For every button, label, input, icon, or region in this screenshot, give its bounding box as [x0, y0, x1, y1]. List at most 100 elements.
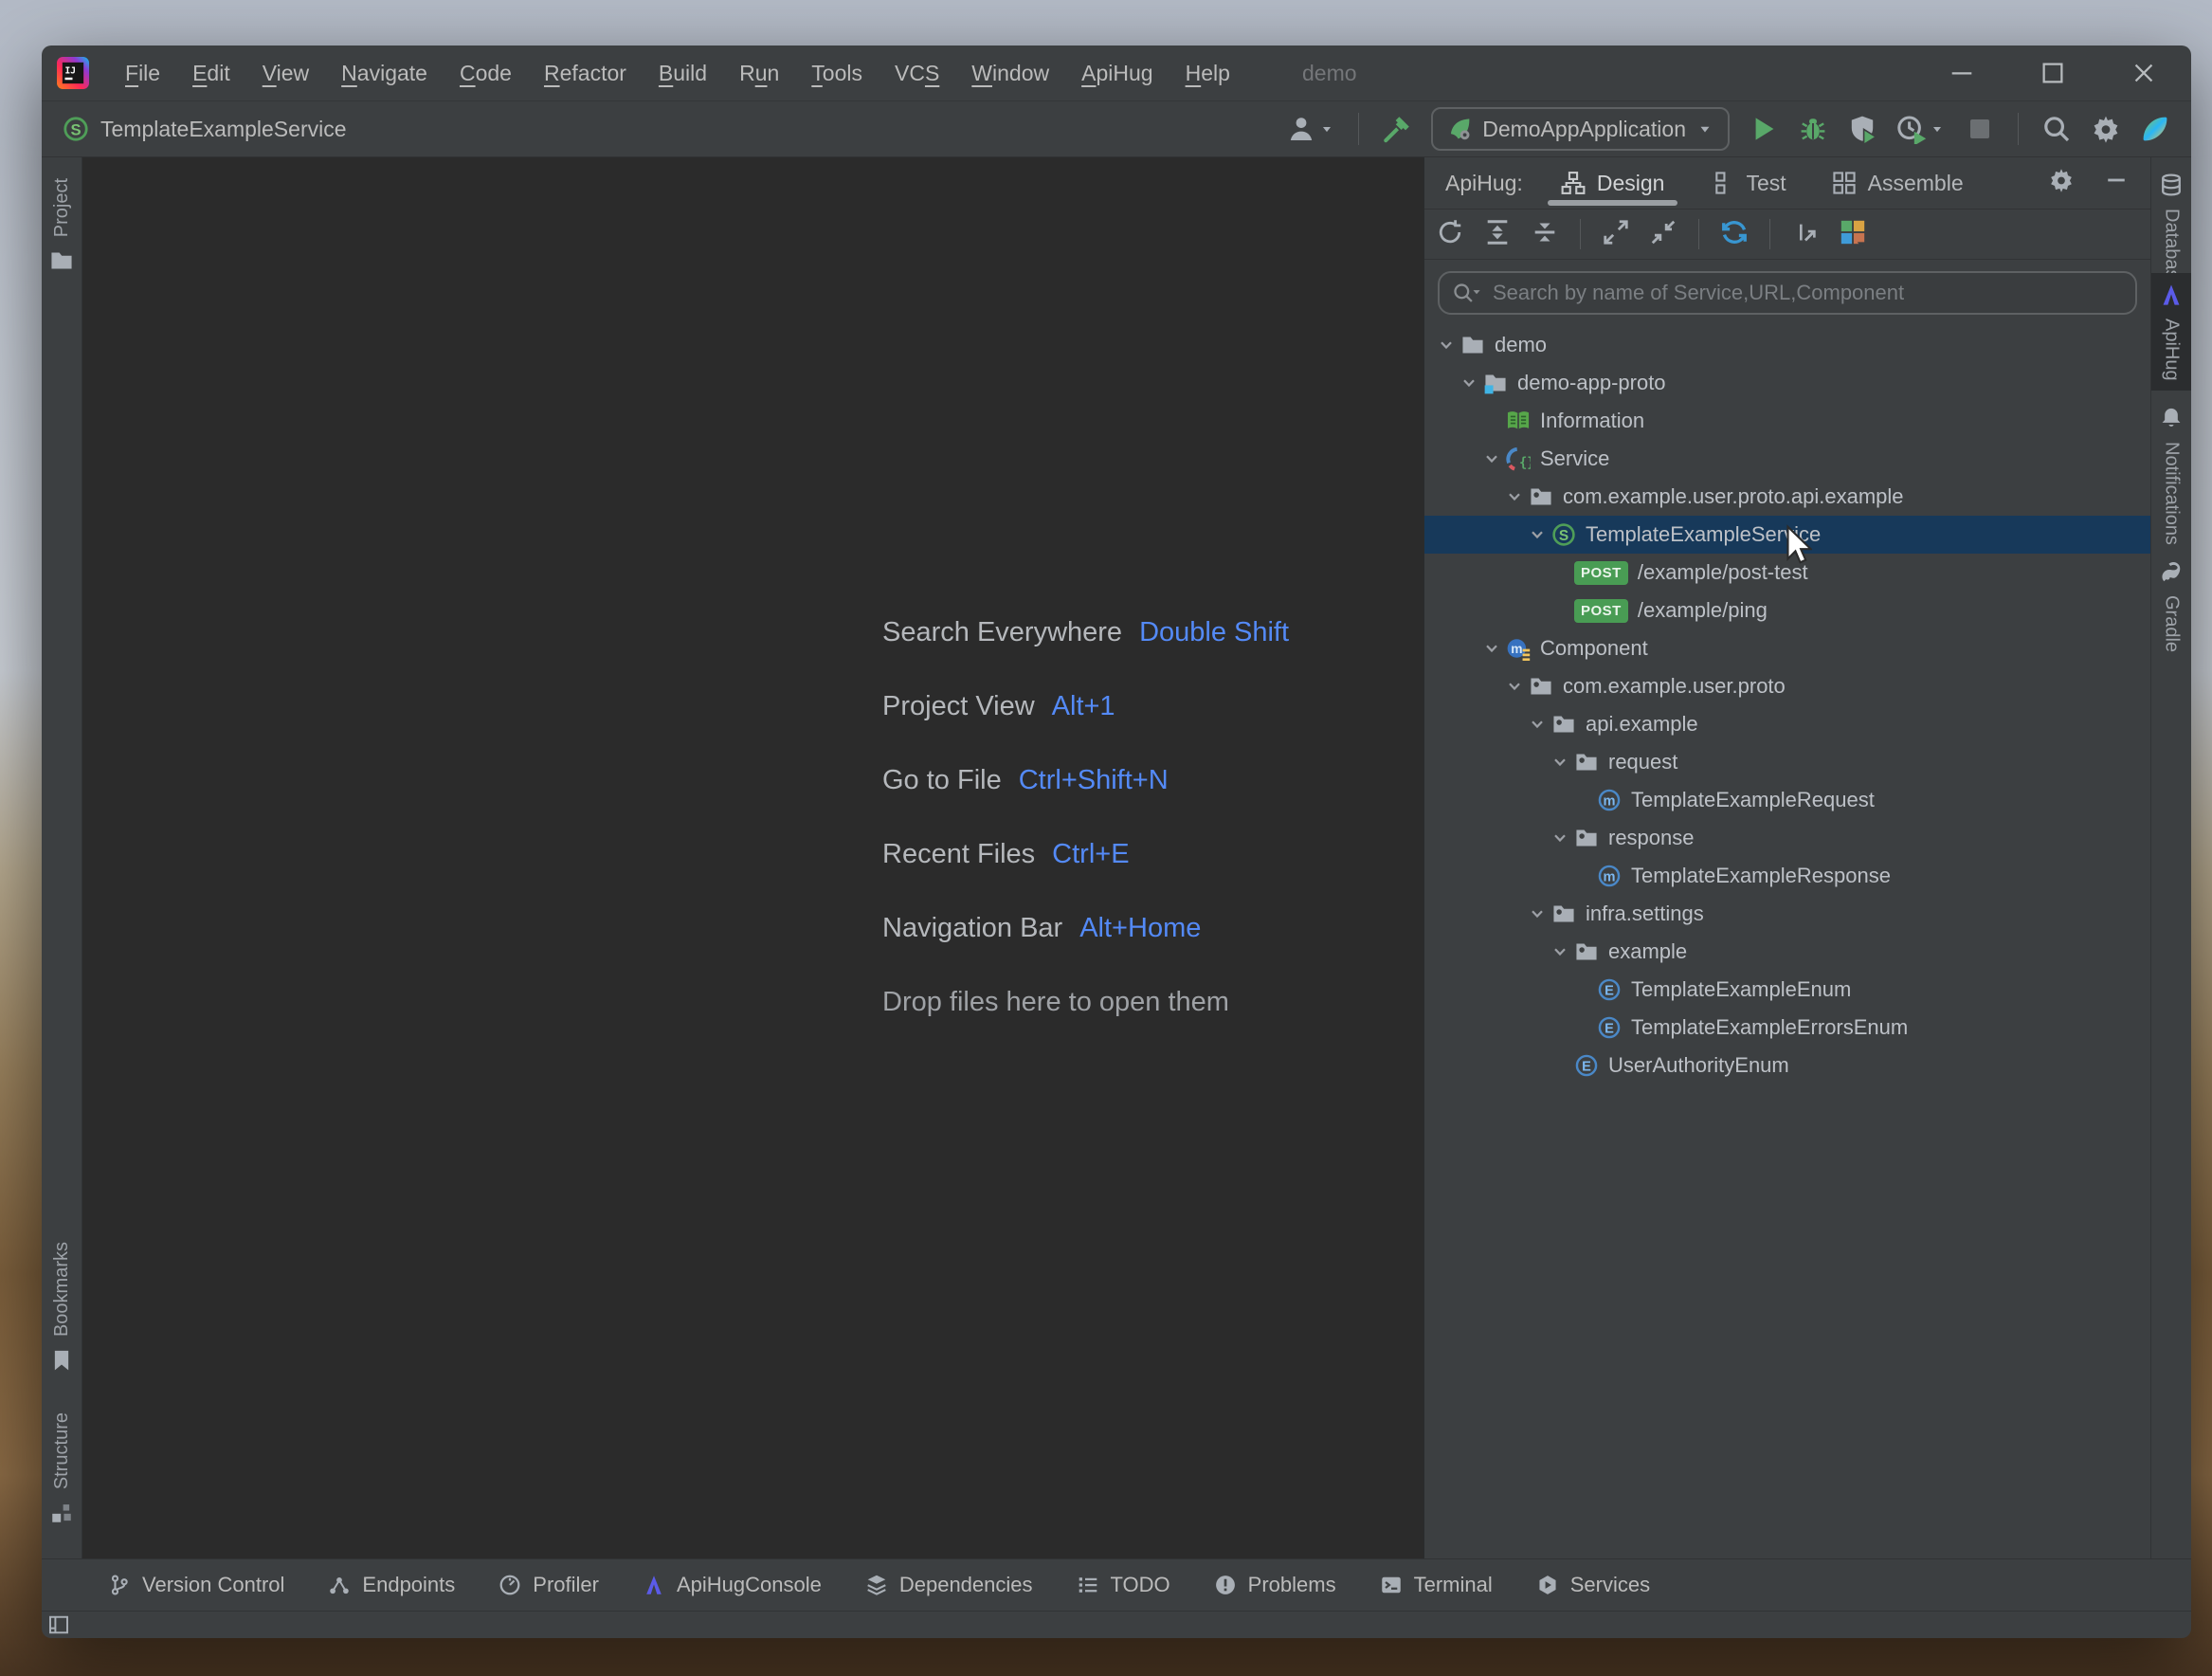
tree-row[interactable]: m Component	[1424, 629, 2150, 667]
chevron-down-icon[interactable]	[1457, 373, 1481, 392]
window-maximize-button[interactable]	[2034, 54, 2072, 92]
run-configuration-select[interactable]: DemoAppApplication	[1431, 107, 1730, 151]
chevron-icon	[1505, 677, 1524, 696]
run-with-coverage-button[interactable]	[1847, 114, 1877, 144]
panel-search	[1438, 271, 2137, 315]
tab-assemble[interactable]: Assemble	[1832, 157, 1964, 209]
settings-button[interactable]	[2091, 114, 2121, 144]
chevron-down-icon[interactable]	[1502, 677, 1527, 696]
stripe-tab-label: Structure	[50, 1412, 72, 1490]
menu-refactor[interactable]: Refactor	[544, 61, 626, 86]
tree-row[interactable]: m TemplateExampleResponse	[1424, 857, 2150, 895]
shortcut-action: Go to File	[882, 764, 1002, 795]
menu-tools[interactable]: Tools	[811, 61, 862, 86]
tree-row[interactable]: response	[1424, 819, 2150, 857]
menu-run[interactable]: Run	[739, 61, 779, 86]
chevron-down-icon[interactable]	[1548, 753, 1572, 772]
toolwindow-services[interactable]: Services	[1536, 1573, 1650, 1597]
menu-vcs[interactable]: VCS	[895, 61, 939, 86]
run-button[interactable]	[1749, 114, 1779, 144]
toolwindow-version-control[interactable]: Version Control	[108, 1573, 284, 1597]
tab-design[interactable]: Design	[1547, 157, 1678, 209]
menu-window[interactable]: Window	[971, 61, 1049, 86]
refresh-button[interactable]	[1436, 218, 1464, 251]
menu-navigate[interactable]: Navigate	[341, 61, 427, 86]
window-close-button[interactable]	[2125, 54, 2163, 92]
menu-file[interactable]: File	[125, 61, 160, 86]
toolwindow-todo[interactable]: TODO	[1077, 1573, 1170, 1597]
stripe-tab-gradle[interactable]: Gradle	[2151, 550, 2191, 662]
expand-all-button[interactable]	[1483, 218, 1512, 251]
chevron-down-icon[interactable]	[1434, 336, 1459, 355]
user-profile-button[interactable]	[1286, 114, 1335, 144]
build-project-button[interactable]	[1382, 114, 1412, 144]
panel-hide-button[interactable]	[2103, 167, 2130, 199]
ai-assistant-button[interactable]	[2140, 114, 2170, 144]
panel-actions	[2048, 167, 2130, 199]
tab-test[interactable]: Test	[1710, 157, 1786, 209]
tab-label: Test	[1746, 170, 1786, 195]
maximize-diag-button[interactable]	[1602, 218, 1630, 251]
tree-row[interactable]: com.example.user.proto.api.example	[1424, 478, 2150, 516]
breadcrumb[interactable]: S TemplateExampleService	[63, 116, 347, 142]
tree-row[interactable]: Information	[1424, 402, 2150, 440]
stop-button[interactable]	[1965, 114, 1995, 144]
chevron-down-icon[interactable]	[1525, 904, 1550, 923]
e-circle-icon: E	[1574, 1053, 1599, 1078]
svg-text:m: m	[1604, 793, 1616, 809]
panel-settings-button[interactable]	[2048, 167, 2075, 199]
chevron-down-icon[interactable]	[1525, 715, 1550, 734]
chevron-down-icon[interactable]	[1479, 639, 1504, 658]
toolwindow-apihugconsole[interactable]: ApiHugConsole	[643, 1573, 822, 1597]
tree-row[interactable]: demo-app-proto	[1424, 364, 2150, 402]
toolwindow-problems[interactable]: Problems	[1214, 1573, 1336, 1597]
tree-row[interactable]: E TemplateExampleEnum	[1424, 971, 2150, 1009]
tree-row[interactable]: demo	[1424, 326, 2150, 364]
tree-row[interactable]: POST/example/ping	[1424, 592, 2150, 629]
menu-build[interactable]: Build	[659, 61, 707, 86]
search-everywhere-button[interactable]	[2041, 114, 2072, 144]
stripe-tab-apihug[interactable]: ApiHug	[2151, 273, 2191, 391]
toolwindow-endpoints[interactable]: Endpoints	[328, 1573, 455, 1597]
chevron-down-icon[interactable]	[1548, 829, 1572, 847]
collapse-all-button[interactable]	[1531, 218, 1559, 251]
tree-row[interactable]: com.example.user.proto	[1424, 667, 2150, 705]
stripe-tab-bookmarks[interactable]: Bookmarks	[42, 1232, 82, 1382]
open-external-button[interactable]	[1791, 218, 1820, 251]
stripe-tab-structure[interactable]: Structure	[42, 1403, 82, 1535]
profiler-button[interactable]	[1896, 114, 1946, 144]
tree-row[interactable]: E TemplateExampleErrorsEnum	[1424, 1009, 2150, 1047]
tree-row[interactable]: infra.settings	[1424, 895, 2150, 933]
toolwindow-dependencies[interactable]: Dependencies	[865, 1573, 1033, 1597]
chevron-down-icon[interactable]	[1548, 942, 1572, 961]
sync-button[interactable]	[1720, 218, 1749, 251]
stripe-tab-project[interactable]: Project	[42, 169, 82, 282]
layout-icon[interactable]	[47, 1613, 70, 1636]
menu-code[interactable]: Code	[460, 61, 512, 86]
menu-help[interactable]: Help	[1186, 61, 1230, 86]
tree-row[interactable]: {} Service	[1424, 440, 2150, 478]
chevron-down-icon[interactable]	[1479, 449, 1504, 468]
chevron-down-icon[interactable]	[1502, 487, 1527, 506]
color-grid-button[interactable]	[1839, 218, 1867, 251]
expand-all-icon	[1483, 218, 1512, 246]
panel-search-input[interactable]	[1491, 280, 2124, 306]
branch-icon	[108, 1574, 131, 1596]
toolwindow-profiler[interactable]: Profiler	[499, 1573, 599, 1597]
tree-row[interactable]: m TemplateExampleRequest	[1424, 781, 2150, 819]
window-minimize-button[interactable]	[1943, 54, 1981, 92]
structure-icon	[49, 1501, 74, 1525]
menu-view[interactable]: View	[263, 61, 309, 86]
stripe-tab-notifications[interactable]: Notifications	[2151, 396, 2191, 555]
tree-row[interactable]: E UserAuthorityEnum	[1424, 1047, 2150, 1084]
tree-row[interactable]: api.example	[1424, 705, 2150, 743]
menu-edit[interactable]: Edit	[192, 61, 230, 86]
tree-row[interactable]: example	[1424, 933, 2150, 971]
tree-row[interactable]: request	[1424, 743, 2150, 781]
menu-apihug[interactable]: ApiHug	[1081, 61, 1152, 86]
minimize-diag-button[interactable]	[1649, 218, 1677, 251]
debug-button[interactable]	[1798, 114, 1828, 144]
toolwindow-terminal[interactable]: Terminal	[1380, 1573, 1493, 1597]
chevron-down-icon[interactable]	[1525, 525, 1550, 544]
mouse-cursor	[1778, 523, 1814, 569]
